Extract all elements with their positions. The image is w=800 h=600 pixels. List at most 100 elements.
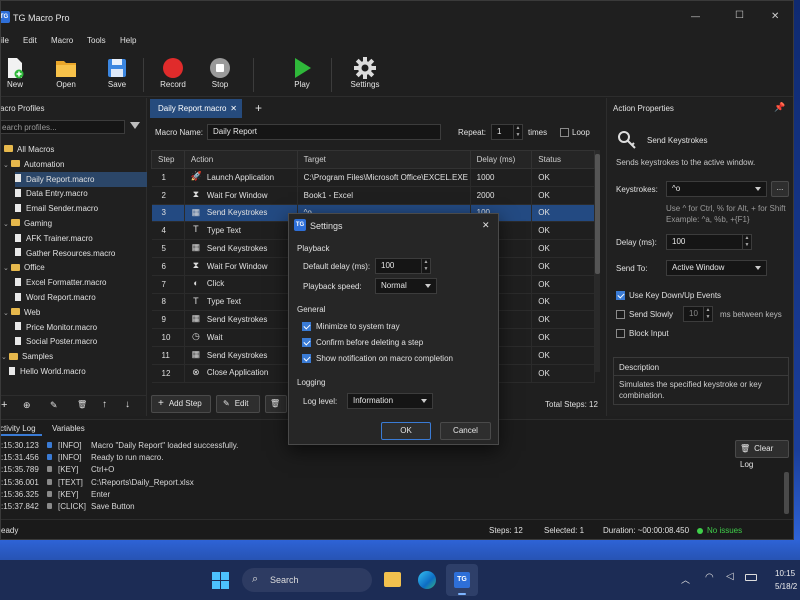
move-down-icon[interactable]: ↓ xyxy=(125,399,130,410)
slow-interval-input[interactable]: 10 ▲ ▼ xyxy=(683,306,713,322)
file-explorer-icon[interactable] xyxy=(384,572,401,587)
macro-name-input[interactable]: Daily Report xyxy=(207,124,441,140)
start-windows-icon[interactable] xyxy=(212,572,229,589)
close-window-button[interactable]: ✕ xyxy=(771,11,779,22)
show-notification-checkbox[interactable] xyxy=(302,354,311,363)
tg-macro-taskbar-icon[interactable]: TG xyxy=(446,564,478,596)
move-up-icon[interactable]: ↑ xyxy=(102,399,107,410)
table-scrollbar-thumb[interactable] xyxy=(595,154,600,274)
profiles-search-input[interactable]: earch profiles... xyxy=(1,120,125,134)
chevron-down-icon[interactable]: ⌄ xyxy=(3,158,11,173)
default-delay-spinner[interactable]: ▲ ▼ xyxy=(421,259,430,273)
log-scrollbar[interactable] xyxy=(784,472,789,514)
confirm-delete-checkbox[interactable] xyxy=(302,338,311,347)
clear-log-button[interactable]: 🗑 Clear Log xyxy=(735,440,789,469)
delete-profile-icon[interactable]: 🗑 xyxy=(77,400,87,409)
chevron-down-icon[interactable]: ⌄ xyxy=(1,350,9,365)
pin-icon[interactable]: 📌 xyxy=(774,102,785,113)
profile-tree-item[interactable]: Excel Formatter.macro xyxy=(15,275,147,290)
profile-tree-item[interactable]: Hello World.macro xyxy=(9,364,147,379)
menu-macro[interactable]: Macro xyxy=(51,36,73,45)
log-level-select[interactable]: Information xyxy=(347,393,433,409)
send-slowly-checkbox[interactable] xyxy=(616,310,625,319)
menu-tools[interactable]: Tools xyxy=(87,36,106,45)
profile-tree-item[interactable]: All Macros xyxy=(1,142,147,157)
settings-button[interactable]: Settings xyxy=(345,54,385,94)
filter-icon[interactable] xyxy=(130,122,140,129)
wifi-icon[interactable]: ◠ xyxy=(705,572,714,583)
menu-edit[interactable]: Edit xyxy=(23,36,37,45)
profile-tree-item[interactable]: ⌄ Office xyxy=(3,260,147,275)
chevron-down-icon[interactable]: ⌄ xyxy=(3,306,11,321)
edge-browser-icon[interactable] xyxy=(418,571,436,589)
tray-chevron-icon[interactable]: ︿ xyxy=(681,573,690,586)
minimize-button[interactable]: — xyxy=(691,11,700,21)
save-button[interactable]: Save xyxy=(97,54,137,94)
taskbar-search[interactable]: ⌕ Search xyxy=(242,568,372,592)
profile-tree-item[interactable]: Email Sender.macro xyxy=(15,201,147,216)
dialog-close-button[interactable]: ✕ xyxy=(482,220,490,231)
loop-checkbox[interactable] xyxy=(560,128,569,137)
play-button[interactable]: Play xyxy=(282,54,322,94)
chevron-down-icon[interactable]: ⌄ xyxy=(3,217,11,232)
tab-daily-report[interactable]: Daily Report.macro ✕ xyxy=(150,99,242,118)
dialog-cancel-button[interactable]: Cancel xyxy=(440,422,491,440)
add-profile-icon[interactable]: + xyxy=(1,399,7,411)
new-button[interactable]: New xyxy=(1,54,35,94)
menu-file[interactable]: ile xyxy=(1,36,9,45)
col-target[interactable]: Target xyxy=(296,150,471,169)
profile-tree-item[interactable]: Price Monitor.macro xyxy=(15,320,147,335)
profile-tree-item[interactable]: Daily Report.macro xyxy=(15,171,147,187)
profile-tree-item[interactable]: ⌄ Web xyxy=(3,305,147,320)
add-step-button[interactable]: + Add Step xyxy=(151,395,211,413)
stop-button[interactable]: Stop xyxy=(200,54,240,94)
clock-time[interactable]: 10:15 xyxy=(775,569,795,578)
repeat-spinner[interactable]: ▲ ▼ xyxy=(513,125,522,139)
maximize-button[interactable]: ☐ xyxy=(735,10,744,21)
repeat-input[interactable]: 1 ▲ ▼ xyxy=(491,124,523,140)
delay-input[interactable]: 100 ▲ ▼ xyxy=(666,234,752,250)
open-button[interactable]: Open xyxy=(46,54,86,94)
delete-step-button[interactable]: 🗑 xyxy=(265,395,287,413)
col-action[interactable]: Action xyxy=(183,150,298,169)
keystrokes-browse-button[interactable]: ... xyxy=(771,181,789,197)
edit-step-button[interactable]: ✎ Edit xyxy=(216,395,260,413)
col-delay[interactable]: Delay (ms) xyxy=(469,150,533,169)
table-row[interactable]: 2 ⧗ Wait For Window Book1 - Excel 2000 OK xyxy=(151,186,595,205)
volume-icon[interactable]: ◁ xyxy=(726,571,734,582)
chevron-down-icon[interactable]: ⌄ xyxy=(3,261,11,276)
profile-tree-item[interactable]: Word Report.macro xyxy=(15,290,147,305)
dialog-ok-button[interactable]: OK xyxy=(381,422,431,440)
keystrokes-input[interactable]: ^o xyxy=(666,181,767,197)
record-button[interactable]: Record xyxy=(153,54,193,94)
profile-tree-item[interactable]: Data Entry.macro xyxy=(15,186,147,201)
use-keydown-checkbox[interactable] xyxy=(616,291,625,300)
menu-help[interactable]: Help xyxy=(120,36,136,45)
slow-interval-spinner[interactable]: ▲ ▼ xyxy=(703,307,712,321)
profile-tree-item[interactable]: ⌄ Gaming xyxy=(3,216,147,231)
table-scrollbar[interactable] xyxy=(595,150,600,372)
tab-activity-log[interactable]: ctivity Log xyxy=(1,421,42,436)
tab-variables[interactable]: Variables xyxy=(52,424,85,433)
minimize-tray-checkbox[interactable] xyxy=(302,322,311,331)
col-status[interactable]: Status xyxy=(531,150,595,169)
profile-tree-item[interactable]: AFK Trainer.macro xyxy=(15,231,147,246)
delay-spinner[interactable]: ▲ ▼ xyxy=(742,235,751,249)
rename-icon[interactable]: ✎ xyxy=(50,400,58,411)
add-tab-button[interactable]: + xyxy=(255,101,262,115)
default-delay-input[interactable]: 100 ▲ ▼ xyxy=(375,258,431,274)
add-folder-icon[interactable]: ⊕ xyxy=(23,400,31,411)
table-row[interactable]: 1 🚀 Launch Application C:\Program Files\Mic… xyxy=(151,168,595,187)
profile-tree-item[interactable]: Gather Resources.macro xyxy=(15,246,147,261)
clock-date[interactable]: 5/18/2 xyxy=(775,582,797,591)
playback-speed-select[interactable]: Normal xyxy=(375,278,437,294)
battery-icon[interactable] xyxy=(745,574,757,581)
profile-tree-item[interactable]: ⌄ Samples xyxy=(1,349,147,364)
send-to-select[interactable]: Active Window xyxy=(666,260,767,276)
tab-close-icon[interactable]: ✕ xyxy=(230,99,237,118)
log-row: :15:36.325 [KEY] Enter xyxy=(1,489,110,501)
block-input-checkbox[interactable] xyxy=(616,329,625,338)
profile-tree-item[interactable]: Social Poster.macro xyxy=(15,334,147,349)
col-step[interactable]: Step xyxy=(151,150,185,169)
profile-tree-item[interactable]: ⌄ Automation xyxy=(3,157,147,172)
